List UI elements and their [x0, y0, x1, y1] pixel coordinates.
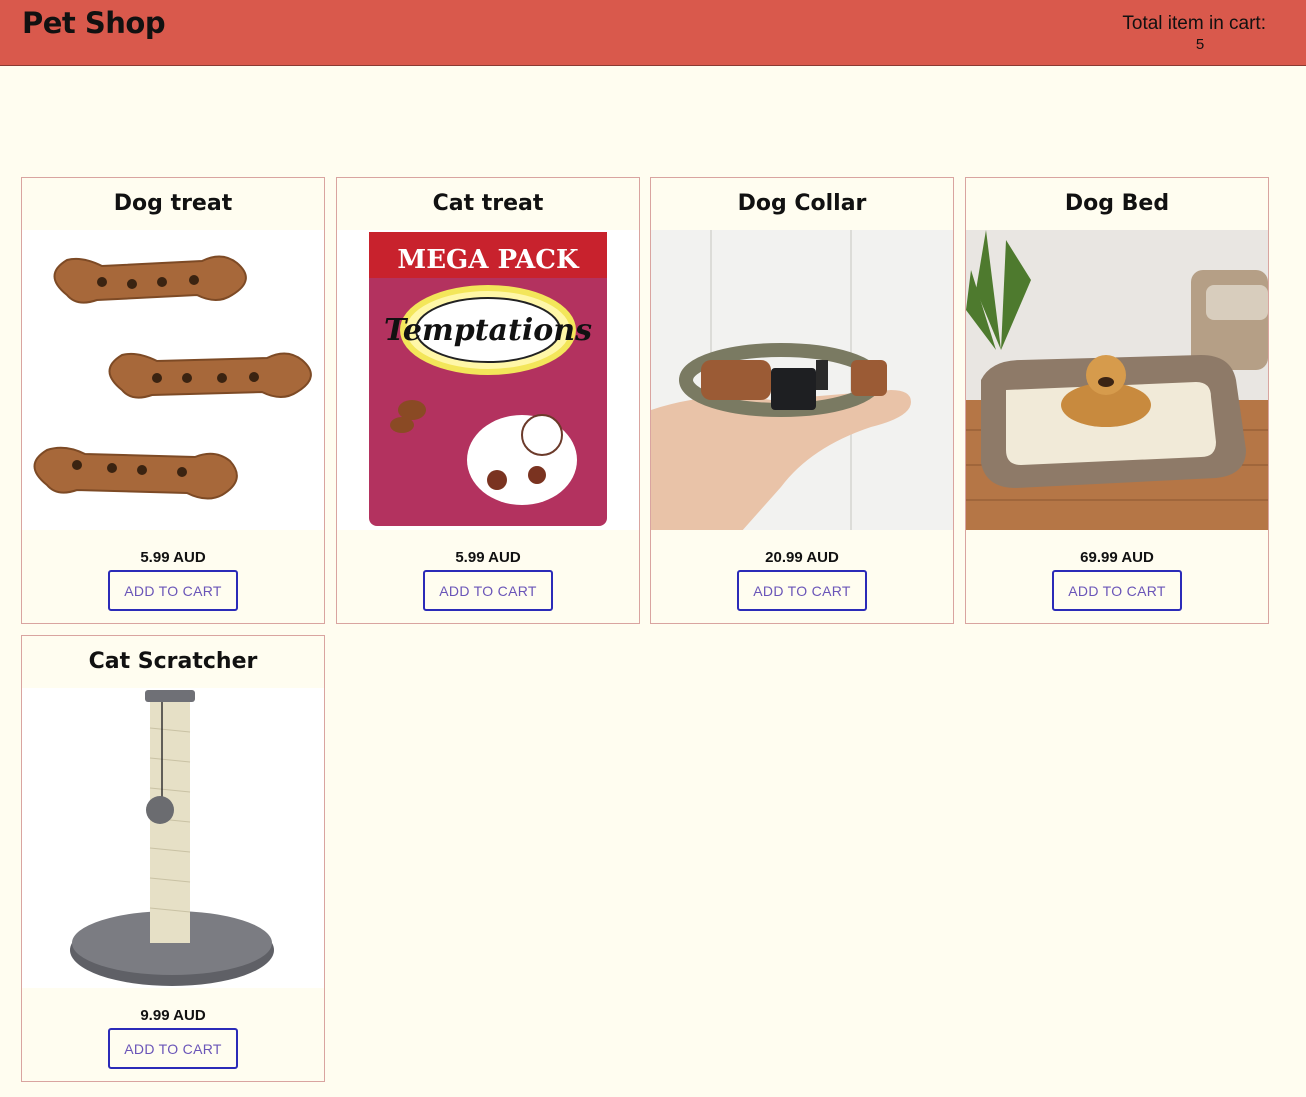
cart-count: 5 — [1195, 36, 1205, 53]
app-header: Pet Shop Total item in cart: 5 — [0, 0, 1306, 66]
product-title: Dog Collar — [737, 191, 867, 216]
product-card-dog-collar: Dog Collar 20.99 AUD ADD TO CART — [650, 177, 954, 624]
product-card-cat-treat: Cat treat MEGA PACK Temptations 5.99 AUD… — [336, 177, 640, 624]
product-title: Dog treat — [113, 191, 233, 216]
product-price: 5.99 AUD — [455, 549, 521, 566]
product-card-dog-treat: Dog treat 5.99 AUD ADD TO CART — [21, 177, 325, 624]
add-to-cart-button[interactable]: ADD TO CART — [423, 570, 553, 611]
add-to-cart-button[interactable]: ADD TO CART — [108, 1028, 238, 1069]
cat-treat-banner-text: MEGA PACK — [397, 245, 580, 275]
product-card-dog-bed: Dog Bed 69.99 AUD ADD TO CART — [965, 177, 1269, 624]
product-image-dog-bed — [966, 230, 1268, 530]
add-to-cart-button[interactable]: ADD TO CART — [108, 570, 238, 611]
product-image-dog-collar — [651, 230, 953, 530]
product-title: Cat Scratcher — [88, 649, 258, 674]
product-card-cat-scratcher: Cat Scratcher 9.99 AUD ADD TO CART — [21, 635, 325, 1082]
product-image-cat-treat: MEGA PACK Temptations — [337, 230, 639, 530]
product-price: 20.99 AUD — [765, 549, 839, 566]
add-to-cart-button[interactable]: ADD TO CART — [737, 570, 867, 611]
product-title: Cat treat — [432, 191, 544, 216]
product-price: 69.99 AUD — [1080, 549, 1154, 566]
product-title: Dog Bed — [1064, 191, 1170, 216]
cat-treat-brand-text: Temptations — [384, 313, 592, 348]
cart-label: Total item in cart: — [1122, 13, 1266, 34]
product-image-dog-treat — [22, 230, 324, 530]
add-to-cart-button[interactable]: ADD TO CART — [1052, 570, 1182, 611]
cart-summary: Total item in cart: 5 — [1106, 13, 1266, 53]
brand-title: Pet Shop — [22, 6, 166, 40]
product-price: 5.99 AUD — [140, 549, 206, 566]
product-price: 9.99 AUD — [140, 1007, 206, 1024]
product-image-cat-scratcher — [22, 688, 324, 988]
